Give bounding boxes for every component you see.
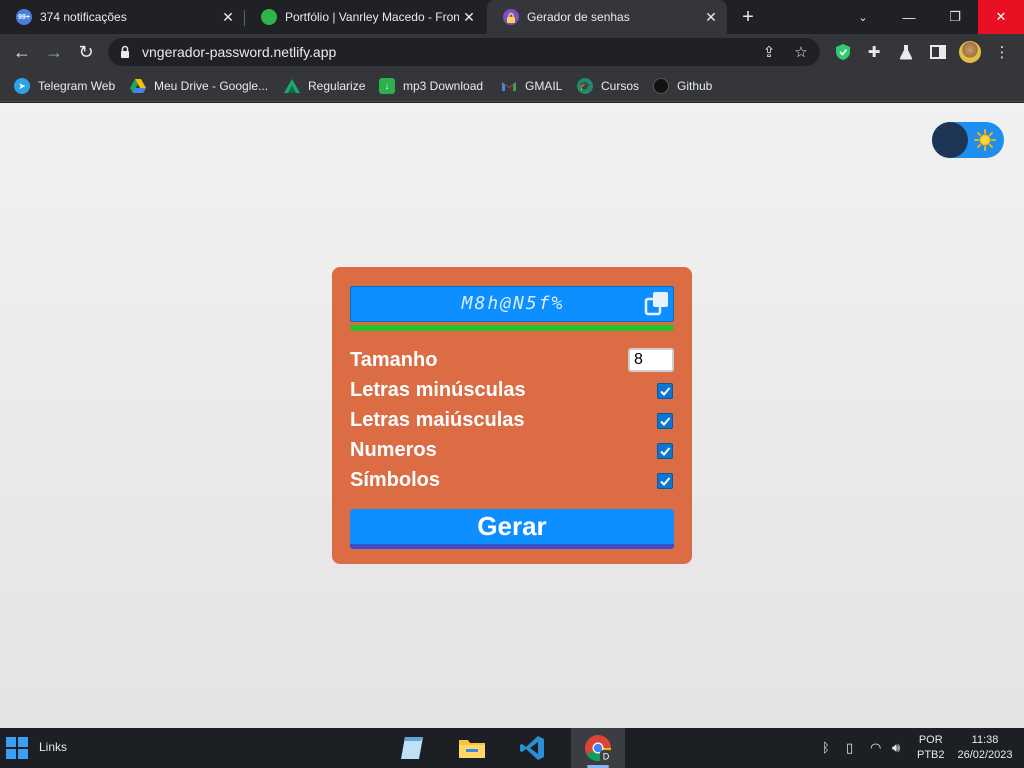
lowercase-checkbox[interactable] (657, 383, 673, 399)
copy-icon[interactable] (643, 290, 671, 318)
lock-favicon-icon (503, 9, 519, 25)
links-toolbar-label[interactable]: Links (39, 740, 67, 754)
bookmark-telegram[interactable]: ➤ Telegram Web (14, 76, 115, 96)
google-drive-icon (130, 78, 146, 94)
bookmark-github[interactable]: Github (653, 76, 712, 96)
sun-icon (974, 129, 996, 151)
uppercase-checkbox[interactable] (657, 413, 673, 429)
minimize-icon[interactable]: — (886, 0, 932, 34)
bookmark-regularize[interactable]: Regularize (284, 76, 365, 96)
close-icon[interactable]: ✕ (218, 7, 238, 27)
notepad-icon (401, 737, 423, 759)
lock-icon (121, 45, 129, 58)
side-panel-icon[interactable] (928, 42, 948, 62)
tab-search-chevron-icon[interactable]: ⌄ (840, 0, 886, 34)
url-text: vngerador-password.netlify.app (142, 44, 337, 60)
labs-flask-icon[interactable] (896, 42, 916, 62)
windows-taskbar: Links D ᛒ ▯ ◠ 🔊︎ POR PTB2 11:38 26/02/20… (0, 728, 1024, 768)
option-tamanho: Tamanho (350, 347, 674, 377)
wifi-icon[interactable]: ◠ (870, 740, 881, 756)
system-clock[interactable]: 11:38 26/02/2023 (954, 733, 1016, 763)
page-content: M8h@N5f% Tamanho Letras minúsculas Letra… (0, 103, 1024, 728)
option-symbols: Símbolos (350, 467, 674, 497)
regularize-icon (284, 78, 300, 94)
bookmarks-bar: ➤ Telegram Web Meu Drive - Google... Reg… (0, 70, 1024, 102)
bookmark-gmail[interactable]: GMAIL (501, 76, 562, 96)
bookmark-mp3-download[interactable]: ↓ mp3 Download (379, 76, 483, 96)
numbers-checkbox[interactable] (657, 443, 673, 459)
option-uppercase: Letras maiúsculas (350, 407, 674, 437)
windows-start-icon[interactable] (6, 737, 28, 759)
portfolio-favicon-icon (261, 9, 277, 25)
folder-icon (459, 740, 485, 758)
notification-badge-icon: 99+ (16, 9, 32, 25)
password-display: M8h@N5f% (350, 286, 674, 322)
symbols-checkbox[interactable] (657, 473, 673, 489)
taskbar-file-explorer[interactable] (449, 728, 495, 768)
back-arrow-icon[interactable]: ← (8, 38, 36, 66)
option-label: Numeros (350, 439, 437, 461)
close-icon[interactable]: ✕ (459, 7, 479, 27)
usb-device-icon[interactable]: ▯ (846, 740, 853, 756)
password-text: M8h@N5f% (461, 293, 565, 314)
length-input[interactable] (628, 348, 674, 372)
shield-extension-icon[interactable] (833, 42, 853, 62)
reload-icon[interactable]: ↻ (72, 38, 100, 66)
tab-title: Portfólio | Vanrley Macedo - Front (285, 10, 459, 24)
tab-strip: 99+ 374 notificações ✕ Portfólio | Vanrl… (0, 0, 1024, 34)
forward-arrow-icon[interactable]: → (40, 38, 68, 66)
graduation-cap-icon: 🎓 (577, 78, 593, 94)
share-icon[interactable]: ⇪ (760, 43, 778, 61)
tab-gerador-de-senhas[interactable]: Gerador de senhas ✕ (487, 0, 727, 34)
taskbar-vscode[interactable] (509, 728, 555, 768)
download-arrow-icon: ↓ (379, 78, 395, 94)
restore-icon[interactable]: ❐ (932, 0, 978, 34)
bluetooth-icon[interactable]: ᛒ (822, 740, 830, 755)
address-bar[interactable]: vngerador-password.netlify.app ⇪ ☆ (108, 38, 820, 66)
option-lowercase: Letras minúsculas (350, 377, 674, 407)
option-label: Tamanho (350, 349, 438, 371)
new-tab-plus-icon[interactable]: + (736, 5, 760, 29)
puzzle-extensions-icon[interactable]: ✚ (864, 42, 884, 62)
option-numbers: Numeros (350, 437, 674, 467)
strength-bar (350, 325, 674, 331)
gmail-icon (501, 78, 517, 94)
telegram-icon: ➤ (14, 78, 30, 94)
language-indicator[interactable]: POR PTB2 (917, 733, 945, 763)
tab-notifications[interactable]: 99+ 374 notificações ✕ (0, 0, 244, 34)
toggle-knob (932, 122, 968, 158)
volume-icon[interactable]: 🔊︎ (892, 740, 900, 756)
tab-portfolio[interactable]: Portfólio | Vanrley Macedo - Front ✕ (245, 0, 485, 34)
close-icon[interactable]: ✕ (701, 7, 721, 27)
vscode-icon (520, 736, 544, 760)
tab-title: 374 notificações (40, 10, 127, 24)
option-label: Símbolos (350, 469, 441, 491)
more-menu-icon[interactable]: ⋮ (992, 42, 1012, 62)
svg-text:D: D (603, 752, 610, 762)
github-icon (653, 78, 669, 94)
bookmark-cursos[interactable]: 🎓 Cursos (577, 76, 639, 96)
bookmark-star-icon[interactable]: ☆ (792, 43, 810, 61)
bookmark-google-drive[interactable]: Meu Drive - Google... (130, 76, 268, 96)
theme-toggle[interactable] (932, 122, 1004, 158)
taskbar-chrome[interactable]: D (571, 728, 625, 768)
password-generator-card: M8h@N5f% Tamanho Letras minúsculas Letra… (332, 267, 692, 564)
chrome-icon: D (585, 735, 612, 762)
taskbar-notepad[interactable] (389, 728, 435, 768)
tab-title: Gerador de senhas (527, 10, 630, 24)
window-close-icon[interactable]: ✕ (978, 0, 1024, 34)
option-label: Letras maiúsculas (350, 409, 525, 431)
option-label: Letras minúsculas (350, 379, 526, 401)
generate-button[interactable]: Gerar (350, 509, 674, 549)
profile-avatar[interactable] (959, 41, 981, 63)
